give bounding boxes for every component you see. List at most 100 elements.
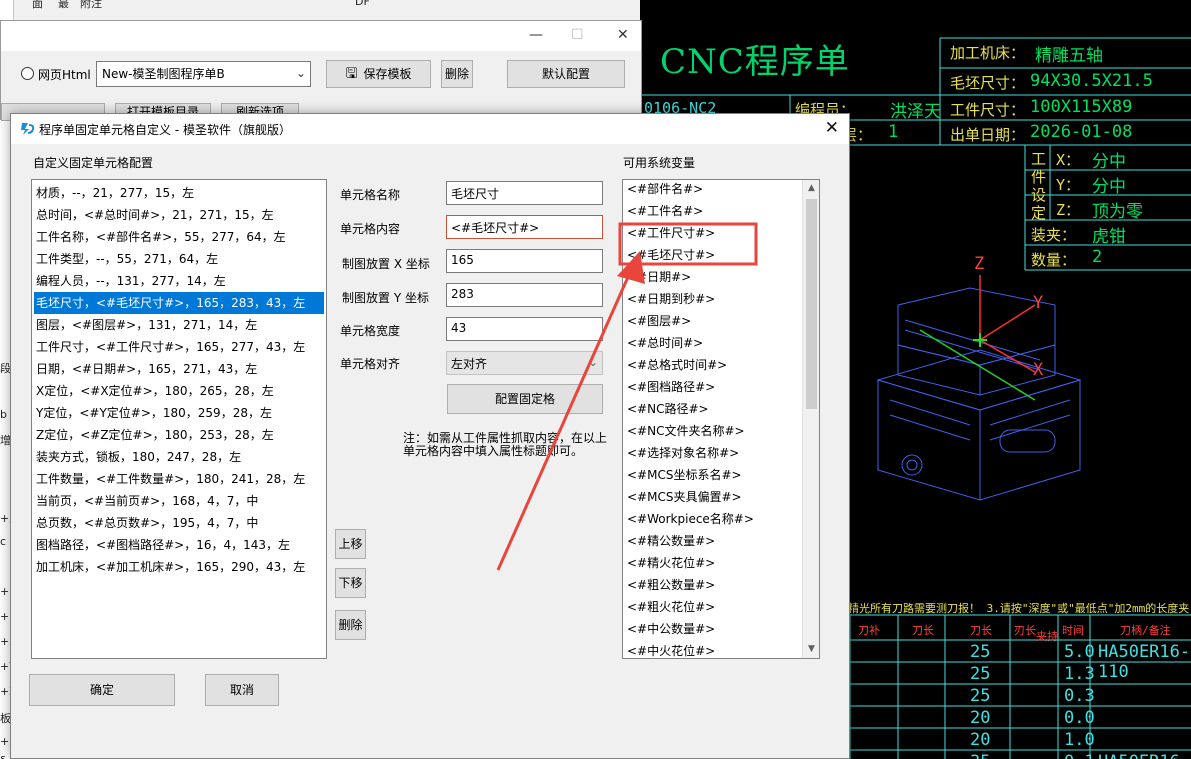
default-config-button[interactable]: 默认配置 — [507, 60, 625, 88]
cad-part-size-value: 100X115X89 — [1030, 97, 1133, 117]
variable-list-item[interactable]: <#选择对象名称#> — [625, 442, 799, 464]
cell-list-item[interactable]: 总页数，<#总页数#>，195，4，7，中 — [34, 512, 324, 534]
cell-list-item[interactable]: 工件类型，--，55，271，64，左 — [34, 248, 324, 270]
x-coordinate-input[interactable]: 165 — [446, 249, 603, 273]
variable-list-item[interactable]: <#Workpiece名称#> — [625, 508, 799, 530]
cell-name-input[interactable]: 毛坯尺寸 — [446, 181, 603, 205]
cad-table-header-7: 刀柄/备注 — [1120, 624, 1171, 637]
minimize-button[interactable]: — — [529, 27, 543, 43]
delete-cell-button[interactable]: 删除 — [335, 610, 366, 640]
scroll-down-icon[interactable]: ▼ — [803, 641, 819, 658]
cell-width-input[interactable]: 43 — [446, 317, 603, 341]
html-radio[interactable] — [21, 67, 34, 80]
cad-table-cell: 20 — [970, 708, 991, 728]
variable-list-item[interactable]: <#总格式时间#> — [625, 354, 799, 376]
close-button[interactable]: ✕ — [617, 27, 629, 43]
variable-list-item[interactable]: <#NC文件夹名称#> — [625, 420, 799, 442]
cell-list-item[interactable]: 毛坯尺寸，<#毛坯尺寸#>，165，283，43，左 — [34, 292, 324, 314]
cad-date-value: 2026-01-08 — [1030, 122, 1133, 142]
variable-list-item[interactable]: <#中火花位#> — [625, 640, 799, 658]
variable-list-item[interactable]: <#总时间#> — [625, 332, 799, 354]
cad-note-line: 精光所有刀路需要测刀报！ 3.请按"深度"或"最低点"加2mm的长度夹！ — [848, 602, 1191, 615]
cad-y-value: 分中 — [1092, 177, 1126, 197]
save-template-button[interactable]: 🖫 保存模板 — [326, 60, 431, 88]
app-logo-icon — [21, 123, 35, 135]
cancel-button[interactable]: 取消 — [205, 674, 279, 706]
variable-list-item[interactable]: <#工件尺寸#> — [625, 222, 799, 244]
scroll-thumb[interactable] — [806, 199, 817, 409]
ok-button[interactable]: 确定 — [29, 674, 175, 706]
cad-table-cell: 25 — [970, 642, 991, 662]
variable-list-item[interactable]: <#粗火花位#> — [625, 596, 799, 618]
variable-list-item[interactable]: <#图层#> — [625, 310, 799, 332]
cad-table-cell: 5.0 — [1064, 642, 1095, 662]
cad-blank-label: 毛坯尺寸： — [950, 74, 1026, 92]
variable-list-item[interactable]: <#部件名#> — [625, 180, 799, 200]
background-header-fragment: 面 — [32, 0, 43, 10]
variable-list-item[interactable]: <#NC路径#> — [625, 398, 799, 420]
cell-list-item[interactable]: 图档路径，<#图档路径#>，16，4，143，左 — [34, 534, 324, 556]
cad-table-header-1: 刀补 — [858, 624, 880, 637]
move-up-button[interactable]: 上移 — [335, 529, 366, 559]
config-fixed-cell-button[interactable]: 配置固定格 — [447, 384, 603, 414]
cell-config-header: 自定义固定单元格配置 — [33, 156, 154, 170]
scroll-up-icon[interactable]: ▲ — [803, 180, 819, 197]
template-config-titlebar: — ☐ ✕ — [1, 21, 641, 51]
cell-name-label: 单元格名称 — [340, 188, 401, 202]
cell-align-select[interactable]: 左对齐 ⌄ — [446, 351, 603, 375]
cell-list-item[interactable]: 装夹方式，锁板，180，247，28，左 — [34, 446, 324, 468]
template-select[interactable]: New-模圣制图程序单B ⌄ — [96, 61, 311, 87]
cad-z-value: 顶为零 — [1092, 202, 1143, 222]
cad-table-header-2: 刀长 — [912, 624, 934, 637]
cad-machine-label: 加工机床： — [950, 44, 1026, 62]
variable-list-item[interactable]: <#图档路径#> — [625, 376, 799, 398]
variable-list-item[interactable]: <#精火花位#> — [625, 552, 799, 574]
cell-list-item[interactable]: 材质，--，21，277，15，左 — [34, 182, 324, 204]
cell-list-item[interactable]: 总时间，<#总时间#>，21，271，15，左 — [34, 204, 324, 226]
maximize-button[interactable]: ☐ — [571, 27, 584, 43]
variable-list-item[interactable]: <#MCS坐标系名#> — [625, 464, 799, 486]
background-header-fragment: 最 — [58, 0, 69, 10]
close-icon[interactable]: ✕ — [825, 118, 839, 138]
fixed-cell-dialog: 程序单固定单元格自定义 - 模圣软件（旗舰版） ✕ 自定义固定单元格配置 可用系… — [10, 113, 850, 759]
cell-list-item[interactable]: 编程人员，--，131，277，14，左 — [34, 270, 324, 292]
cell-list-item[interactable]: 当前页，<#当前页#>，168，4，7，中 — [34, 490, 324, 512]
cell-list-item[interactable]: 加工机床，<#加工机床#>，165，290，43，左 — [34, 556, 324, 578]
variable-list-item[interactable]: <#MCS夹具偏置#> — [625, 486, 799, 508]
cell-align-value: 左对齐 — [451, 357, 488, 371]
cad-clamp-value: 虎钳 — [1092, 227, 1126, 247]
variable-list-item[interactable]: <#粗公数量#> — [625, 574, 799, 596]
variable-list-item[interactable]: <#日期#> — [625, 266, 799, 288]
cell-list-item[interactable]: 图层，<#图层#>，131，271，14，左 — [34, 314, 324, 336]
cell-config-list[interactable]: 材质，--，21，277，15，左 总时间，<#总时间#>，21，271，15，左… — [31, 179, 327, 659]
cad-date-label: 出单日期： — [950, 126, 1026, 144]
y-coordinate-input[interactable]: 283 — [446, 283, 603, 307]
y-coordinate-label: 制图放置 Y 坐标 — [342, 291, 429, 305]
variable-list-item[interactable]: <#中公数量#> — [625, 618, 799, 640]
cell-list-item[interactable]: 工件数量，<#工件数量#>，180，241，28，左 — [34, 468, 324, 490]
hint-note: 注：如需从工件属性抓取内容，在以上单元格内容中填入属性标题即可。 — [403, 431, 608, 458]
cell-list-item[interactable]: 日期，<#日期#>，165，271，43，左 — [34, 358, 324, 380]
cell-list-item[interactable]: 工件名称，<#部件名#>，55，277，64，左 — [34, 226, 324, 248]
variable-list-item[interactable]: <#工件名#> — [625, 200, 799, 222]
cad-locate-side-4: 定 — [1031, 204, 1047, 222]
variable-list-item[interactable]: <#精公数量#> — [625, 530, 799, 552]
cad-clamp-label: 装夹： — [1031, 226, 1077, 244]
cell-width-label: 单元格宽度 — [340, 324, 401, 338]
delete-template-button[interactable]: 删除 — [441, 60, 473, 88]
variable-list-item[interactable]: <#日期到秒#> — [625, 288, 799, 310]
move-down-button[interactable]: 下移 — [335, 568, 366, 598]
cad-z-label: Z： — [1056, 201, 1081, 219]
cell-list-item[interactable]: X定位，<#X定位#>，180，265，28，左 — [34, 380, 324, 402]
cell-list-item[interactable]: 工件尺寸，<#工件尺寸#>，165，277，43，左 — [34, 336, 324, 358]
cell-content-input[interactable]: <#毛坯尺寸#> — [446, 215, 603, 239]
variable-list-scrollbar[interactable]: ▲ ▼ — [802, 180, 819, 658]
cell-content-label: 单元格内容 — [340, 222, 401, 236]
cell-list-item[interactable]: Y定位，<#Y定位#>，180，259，28，左 — [34, 402, 324, 424]
cad-table-cell: 25 — [970, 664, 991, 684]
system-variable-list[interactable]: <#部件名#> <#工件名#> <#工件尺寸#> <#毛坯尺寸#> <#日期#> <#日期… — [622, 179, 820, 659]
chevron-down-icon: ⌄ — [587, 355, 598, 369]
cell-list-item[interactable]: Z定位，<#Z定位#>，180，253，28，左 — [34, 424, 324, 446]
cad-table-cell: HA50ER16-1 — [1098, 752, 1191, 759]
variable-list-item[interactable]: <#毛坯尺寸#> — [625, 244, 799, 266]
